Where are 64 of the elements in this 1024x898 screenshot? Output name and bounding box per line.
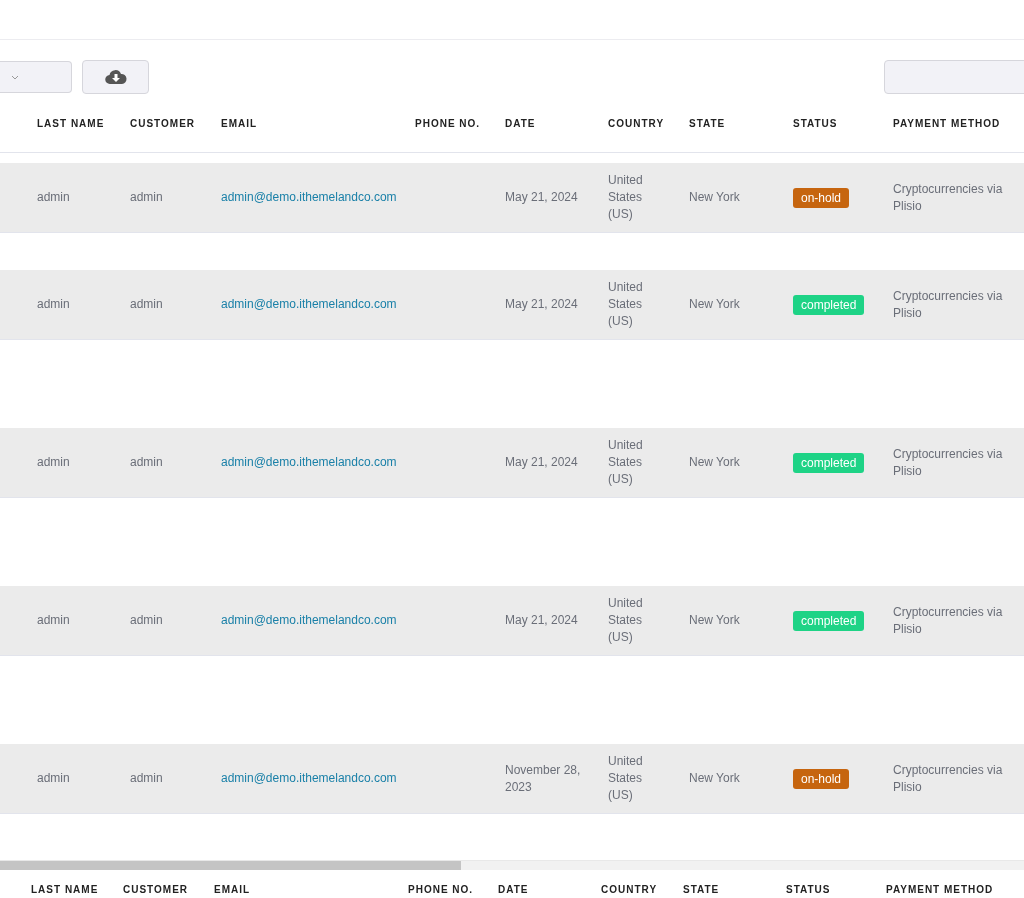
table-cell-text: admin <box>130 612 164 629</box>
table-cell-text: admin <box>130 189 164 206</box>
table-cell-text: United States (US) <box>608 595 644 646</box>
column-header: COUNTRY <box>608 117 666 129</box>
table-cell-text: Cryptocurrencies via Plisio <box>893 445 1004 480</box>
email-link[interactable]: admin@demo.ithemelandco.com <box>221 190 397 204</box>
table-cell-text: New York <box>689 296 741 313</box>
email-link[interactable]: admin@demo.ithemelandco.com <box>221 455 397 469</box>
column-header: COUNTRY <box>601 883 659 895</box>
column-header: DATE <box>498 883 530 895</box>
table-cell-text: New York <box>689 770 741 787</box>
table-cell-text: May 21, 2024 <box>505 454 579 471</box>
table-cell-text: admin <box>37 189 71 206</box>
table-cell-text: admin <box>37 454 71 471</box>
status-badge: on-hold <box>793 187 850 208</box>
column-header: CUSTOMER <box>123 883 190 895</box>
table-cell-text: admin <box>37 296 71 313</box>
table-cell-text: admin <box>130 296 164 313</box>
table-cell-text: United States (US) <box>608 279 644 330</box>
table-cell-text: admin <box>37 612 71 629</box>
email-link[interactable]: admin@demo.ithemelandco.com <box>221 613 397 627</box>
search-field[interactable] <box>884 60 1024 94</box>
table-cell-text: May 21, 2024 <box>505 189 579 206</box>
email-link[interactable]: admin@demo.ithemelandco.com <box>221 297 397 311</box>
table-cell-text: New York <box>689 454 741 471</box>
table-cell-text: Cryptocurrencies via Plisio <box>893 287 1004 322</box>
select-field[interactable] <box>0 61 72 93</box>
status-badge: completed <box>793 294 865 315</box>
table-cell-text: Cryptocurrencies via Plisio <box>893 761 1004 796</box>
column-header: STATE <box>683 883 721 895</box>
column-header: PAYMENT METHOD <box>886 883 995 895</box>
table-cell-text: Cryptocurrencies via Plisio <box>893 603 1004 638</box>
table-cell-text: May 21, 2024 <box>505 296 579 313</box>
status-badge: completed <box>793 452 865 473</box>
table-cell-text: admin <box>37 770 71 787</box>
column-header: DATE <box>505 117 537 129</box>
table-cell-text: admin <box>130 770 164 787</box>
column-header: PHONE NO. <box>408 883 475 895</box>
table-cell-text: May 21, 2024 <box>505 612 579 629</box>
column-header: EMAIL <box>214 883 252 895</box>
status-badge: completed <box>793 610 865 631</box>
column-header: STATE <box>689 117 727 129</box>
table-cell-text: Cryptocurrencies via Plisio <box>893 180 1004 215</box>
table-cell-text: admin <box>130 454 164 471</box>
table-cell-text: United States (US) <box>608 172 644 223</box>
download-button[interactable] <box>82 60 149 94</box>
status-badge: on-hold <box>793 768 850 789</box>
column-header: EMAIL <box>221 117 259 129</box>
cloud-download-icon <box>104 69 127 85</box>
table-cell-text: United States (US) <box>608 753 644 804</box>
column-header: PHONE NO. <box>415 117 482 129</box>
column-header: STATUS <box>786 883 832 895</box>
table-cell-text: New York <box>689 189 741 206</box>
chevron-down-icon <box>11 74 19 80</box>
column-header: LAST NAME <box>37 117 106 129</box>
table-cell-text: United States (US) <box>608 437 644 488</box>
horizontal-scrollbar[interactable] <box>0 860 1024 870</box>
table-cell-text: New York <box>689 612 741 629</box>
column-header: LAST NAME <box>31 883 100 895</box>
column-header: STATUS <box>793 117 839 129</box>
column-header: CUSTOMER <box>130 117 197 129</box>
table-cell-text: November 28, 2023 <box>505 761 582 796</box>
column-header: PAYMENT METHOD <box>893 117 1002 129</box>
email-link[interactable]: admin@demo.ithemelandco.com <box>221 771 397 785</box>
